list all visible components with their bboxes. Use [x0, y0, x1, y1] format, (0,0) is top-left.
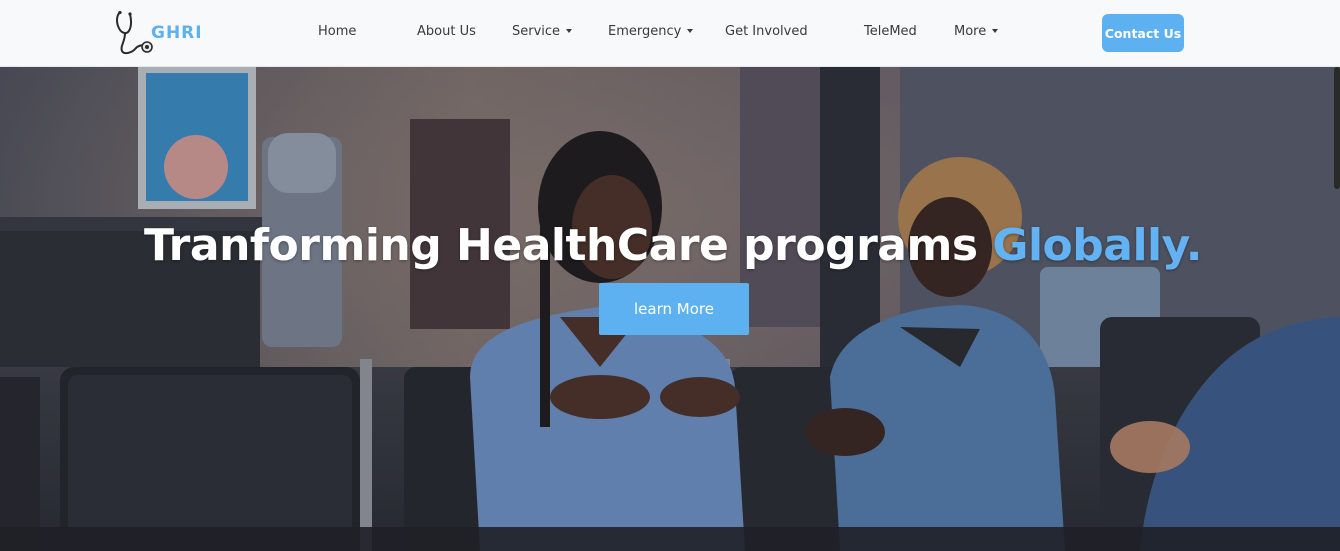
caret-down-icon [566, 29, 573, 33]
nav-about-us[interactable]: About Us [417, 24, 476, 39]
caret-down-icon [687, 29, 694, 33]
nav-emergency-label: Emergency [608, 24, 682, 39]
nav-home-label: Home [318, 24, 357, 39]
caret-down-icon [992, 29, 999, 33]
nav-get-involved[interactable]: Get Involved [725, 24, 808, 39]
hero-title-main: Tranforming HealthCare programs [144, 220, 978, 271]
hero-title-accent: Globally. [992, 220, 1202, 271]
nav-get-involved-label: Get Involved [725, 24, 808, 39]
hero-title: Tranforming HealthCare programs Globally… [0, 220, 1340, 271]
nav-more-label: More [954, 24, 987, 39]
nav-telemed[interactable]: TeleMed [864, 24, 917, 39]
contact-us-button[interactable]: Contact Us [1102, 14, 1184, 52]
brand-logo[interactable]: GHRI [114, 10, 214, 58]
scrollbar-thumb[interactable] [1334, 67, 1340, 189]
nav-about-us-label: About Us [417, 24, 476, 39]
nav-service-label: Service [512, 24, 561, 39]
nav-telemed-label: TeleMed [864, 24, 917, 39]
navbar: GHRI Home About Us Service Emergency Get… [0, 0, 1340, 67]
hero-section: Tranforming HealthCare programs Globally… [0, 67, 1340, 551]
nav-service[interactable]: Service [512, 24, 573, 39]
learn-more-button[interactable]: learn More [599, 283, 749, 335]
nav-more[interactable]: More [954, 24, 999, 39]
nav-home[interactable]: Home [318, 24, 356, 39]
brand-name: GHRI [151, 23, 203, 43]
nav-emergency[interactable]: Emergency [608, 24, 694, 39]
stethoscope-icon [116, 10, 153, 55]
